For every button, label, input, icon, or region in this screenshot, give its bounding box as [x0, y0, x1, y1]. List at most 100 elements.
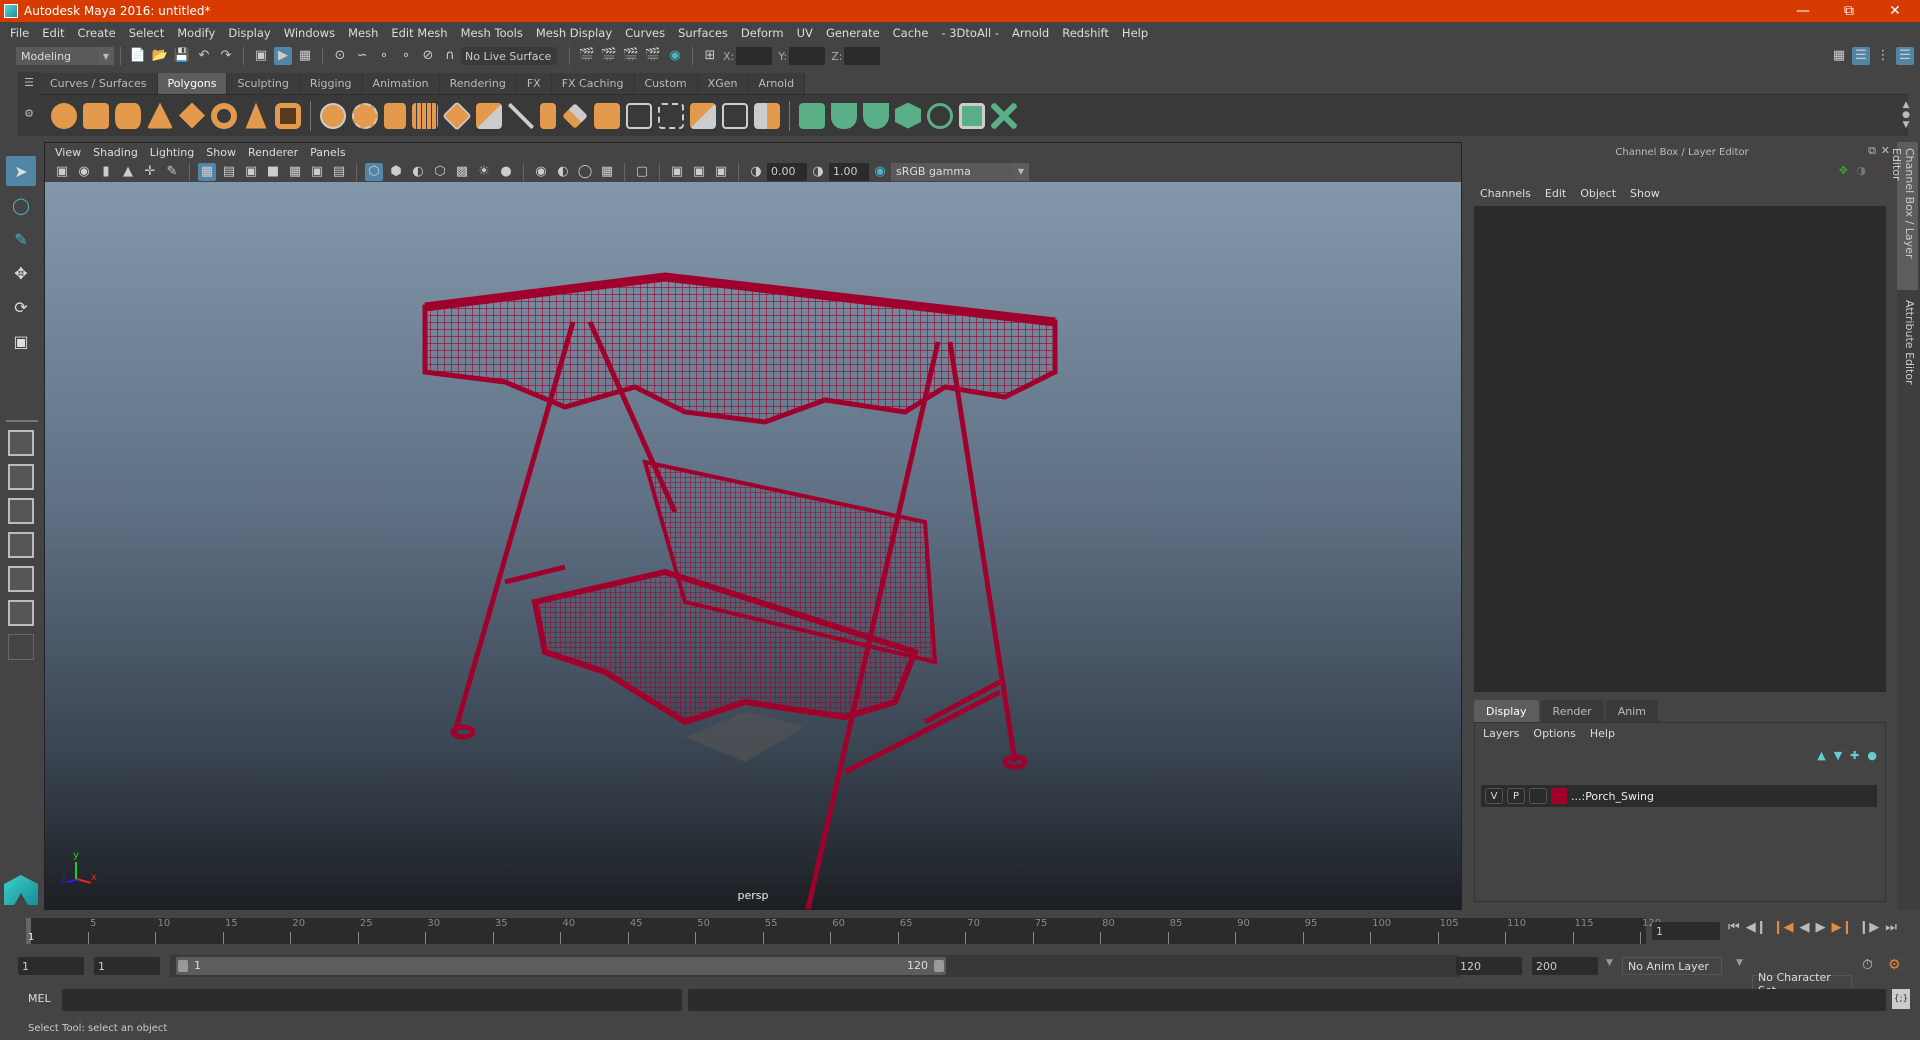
- poly-pipe-icon[interactable]: [275, 102, 301, 129]
- menu-edit-mesh[interactable]: Edit Mesh: [391, 26, 447, 40]
- snap-point-icon[interactable]: ∘: [375, 47, 393, 65]
- shelf-tab-fx[interactable]: FX: [516, 73, 552, 94]
- layer-tab-render[interactable]: Render: [1540, 700, 1604, 722]
- menu-file[interactable]: File: [10, 26, 29, 40]
- menu-create[interactable]: Create: [78, 26, 116, 40]
- color-management-toggle-icon[interactable]: ◉: [871, 163, 889, 181]
- viewport-menu-shading[interactable]: Shading: [93, 146, 138, 159]
- script-editor-icon[interactable]: {;}: [1892, 989, 1910, 1009]
- save-scene-icon[interactable]: 💾: [173, 47, 191, 65]
- menu-curves[interactable]: Curves: [625, 26, 665, 40]
- menu-cache[interactable]: Cache: [893, 26, 929, 40]
- shelf-settings-icon[interactable]: ⚙: [18, 107, 40, 120]
- multicut-icon[interactable]: [540, 102, 556, 129]
- minimize-button[interactable]: —: [1780, 0, 1826, 22]
- menu-select[interactable]: Select: [129, 26, 164, 40]
- shelf-tab-custom[interactable]: Custom: [634, 73, 698, 94]
- render-frame-icon[interactable]: 🎬: [600, 47, 618, 65]
- menu-redshift[interactable]: Redshift: [1062, 26, 1109, 40]
- scale-tool-icon[interactable]: ▣: [6, 326, 36, 356]
- poly-torus-icon[interactable]: [211, 103, 237, 129]
- menuset-dropdown[interactable]: Modeling ▼: [16, 47, 114, 65]
- extract-icon[interactable]: [442, 100, 472, 131]
- four-view-layout-icon[interactable]: [8, 464, 34, 490]
- play-backwards-icon[interactable]: ◀: [1799, 920, 1809, 935]
- uv-editor-icon[interactable]: [959, 102, 985, 129]
- smooth-shade-icon[interactable]: ⬢: [387, 163, 405, 181]
- menu-display[interactable]: Display: [228, 26, 270, 40]
- view-transform-dropdown[interactable]: sRGB gamma ▼: [891, 162, 1029, 181]
- layer-menu-layers[interactable]: Layers: [1483, 727, 1519, 740]
- layer-menu-options[interactable]: Options: [1533, 727, 1575, 740]
- shelf-tab-fx-caching[interactable]: FX Caching: [551, 73, 635, 94]
- persp-graph-outliner-layout-icon[interactable]: [8, 600, 34, 626]
- separate-icon[interactable]: [352, 102, 378, 129]
- shelf-tab-polygons[interactable]: Polygons: [157, 73, 228, 94]
- channel-box-body[interactable]: [1474, 206, 1886, 692]
- poly-pyramid-icon[interactable]: [245, 102, 267, 129]
- menu-edit[interactable]: Edit: [42, 26, 64, 40]
- transform-input-icon[interactable]: ⊞: [701, 47, 719, 65]
- layer-tab-display[interactable]: Display: [1474, 700, 1539, 722]
- y-field[interactable]: [789, 47, 826, 65]
- shelf-tab-animation[interactable]: Animation: [362, 73, 440, 94]
- channel-box-toggle-icon[interactable]: ☰: [1896, 47, 1914, 65]
- select-tool-icon[interactable]: ➤: [6, 156, 36, 186]
- step-forward-frame-icon[interactable]: ❙▶: [1858, 920, 1879, 935]
- poly-cone-icon[interactable]: [147, 102, 173, 129]
- field-chart-icon[interactable]: ▦: [286, 163, 304, 181]
- paint-select-tool-icon[interactable]: ✎: [6, 224, 36, 254]
- viewport-menu-panels[interactable]: Panels: [310, 146, 345, 159]
- hyper-icon[interactable]: ➚: [1877, 164, 1886, 177]
- viewport-menu-renderer[interactable]: Renderer: [248, 146, 298, 159]
- side-tab-attribute-editor[interactable]: Attribute Editor: [1897, 294, 1918, 394]
- menu-3dtoall[interactable]: - 3DtoAll -: [941, 26, 999, 40]
- anim-layer-chevron-down-icon[interactable]: ▼: [1606, 958, 1613, 968]
- bridge-icon[interactable]: [594, 102, 620, 129]
- ipr-render-icon[interactable]: 🎬: [622, 47, 640, 65]
- shelf-tab-arnold[interactable]: Arnold: [748, 73, 806, 94]
- scroll-down-icon[interactable]: ▼: [1903, 120, 1910, 130]
- close-button[interactable]: ✕: [1872, 0, 1918, 22]
- speed-icon[interactable]: ◑: [1856, 164, 1866, 177]
- float-panel-icon[interactable]: ⧉: [1868, 144, 1876, 158]
- command-language-label[interactable]: MEL: [28, 992, 51, 1005]
- lasso-tool-icon[interactable]: ◯: [6, 190, 36, 220]
- layer-menu-help[interactable]: Help: [1590, 727, 1615, 740]
- uv-planar-icon[interactable]: [799, 102, 825, 129]
- viewport-menu-view[interactable]: View: [55, 146, 81, 159]
- hypershade-persp-layout-icon[interactable]: [8, 566, 34, 592]
- shelf-tab-sculpting[interactable]: Sculpting: [227, 73, 300, 94]
- menu-uv[interactable]: UV: [797, 26, 813, 40]
- menu-modify[interactable]: Modify: [177, 26, 215, 40]
- snap-view-plane-icon[interactable]: ∘: [397, 47, 415, 65]
- go-to-end-icon[interactable]: ⏭: [1885, 920, 1897, 935]
- grease-pencil-icon[interactable]: ✎: [163, 163, 181, 181]
- scroll-up-icon[interactable]: ▲: [1903, 100, 1910, 110]
- tool-settings-icon[interactable]: ⋮: [1874, 47, 1892, 65]
- layer-playback-toggle[interactable]: P: [1507, 788, 1525, 804]
- play-forwards-icon[interactable]: ▶: [1815, 920, 1825, 935]
- render-settings-icon[interactable]: 🎬: [578, 47, 596, 65]
- side-tab-channel-box[interactable]: Channel Box / Layer Editor: [1890, 142, 1918, 290]
- motion-blur-icon[interactable]: ◐: [554, 163, 572, 181]
- grid-icon[interactable]: ▦: [198, 162, 216, 181]
- shelf-tab-xgen[interactable]: XGen: [697, 73, 749, 94]
- insert-edge-loop-icon[interactable]: [658, 102, 684, 129]
- xray-active-icon[interactable]: ▣: [690, 163, 708, 181]
- viewport-canvas[interactable]: y x z persp: [45, 182, 1461, 910]
- restore-button[interactable]: ⧉: [1826, 0, 1872, 22]
- select-component-icon[interactable]: ▦: [296, 47, 314, 65]
- shelf-menu-icon[interactable]: ☰: [18, 76, 40, 89]
- live-surface-field[interactable]: No Live Surface: [461, 47, 557, 65]
- time-slider[interactable]: 1 5 10 15 20 25 30 35 40 45 50 55 60 65 70 75 80 85 90 95 1…: [26, 918, 1661, 944]
- film-gate-icon[interactable]: ▤: [220, 163, 238, 181]
- multisample-aa-icon[interactable]: ◯: [576, 163, 594, 181]
- close-panel-icon[interactable]: ✕: [1881, 144, 1890, 157]
- persp-outliner-layout-icon[interactable]: [8, 498, 34, 524]
- hypershade-icon[interactable]: ◉: [666, 47, 684, 65]
- append-icon[interactable]: [626, 102, 652, 129]
- screen-space-ao-icon[interactable]: ◉: [532, 163, 550, 181]
- command-input[interactable]: [62, 989, 682, 1011]
- target-weld-icon[interactable]: [754, 102, 780, 129]
